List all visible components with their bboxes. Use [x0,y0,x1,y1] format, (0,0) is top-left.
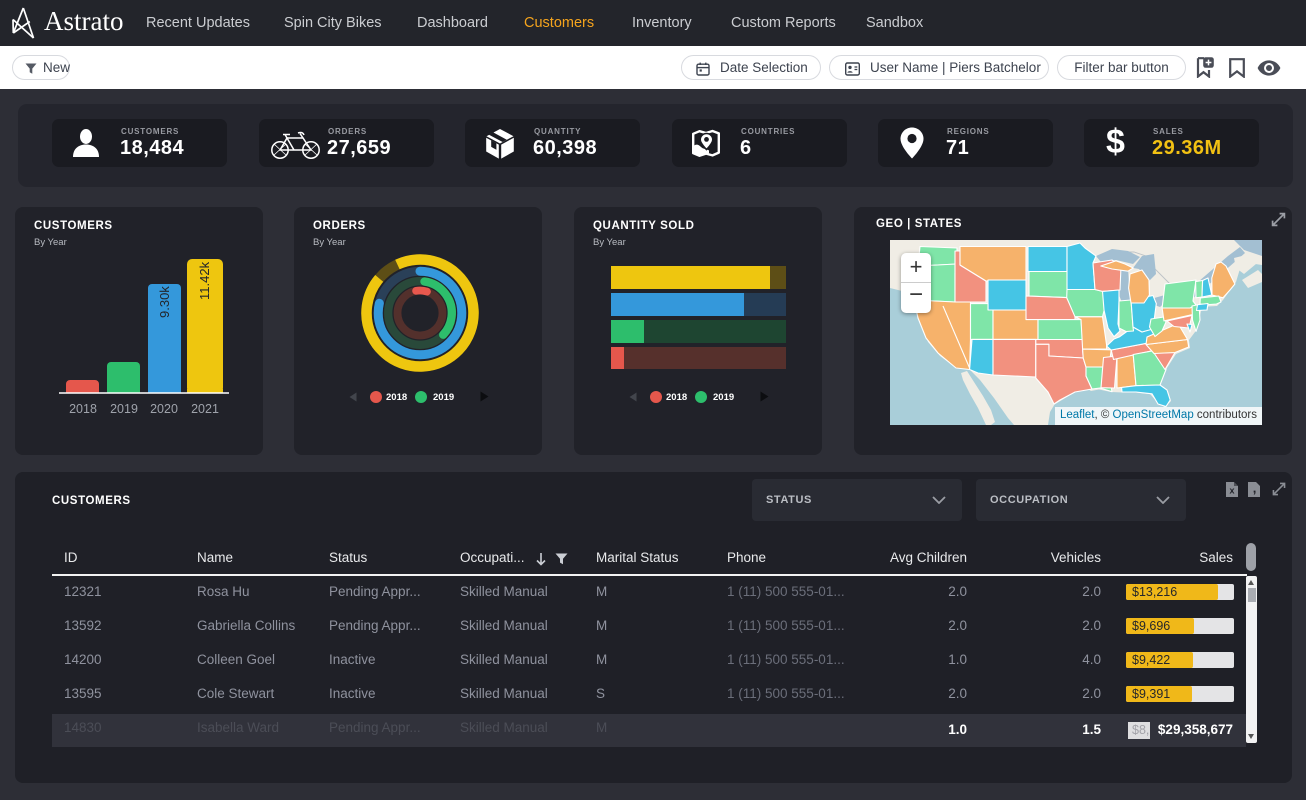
svg-text:2021: 2021 [191,402,219,416]
svg-text:9.30k: 9.30k [157,286,172,318]
svg-text:x: x [1229,486,1234,496]
svg-text:,: , [1253,481,1257,496]
svg-text:2020: 2020 [150,402,178,416]
svg-text:2019: 2019 [110,402,138,416]
svg-text:11.42k: 11.42k [197,261,212,300]
svg-text:2018: 2018 [69,402,97,416]
